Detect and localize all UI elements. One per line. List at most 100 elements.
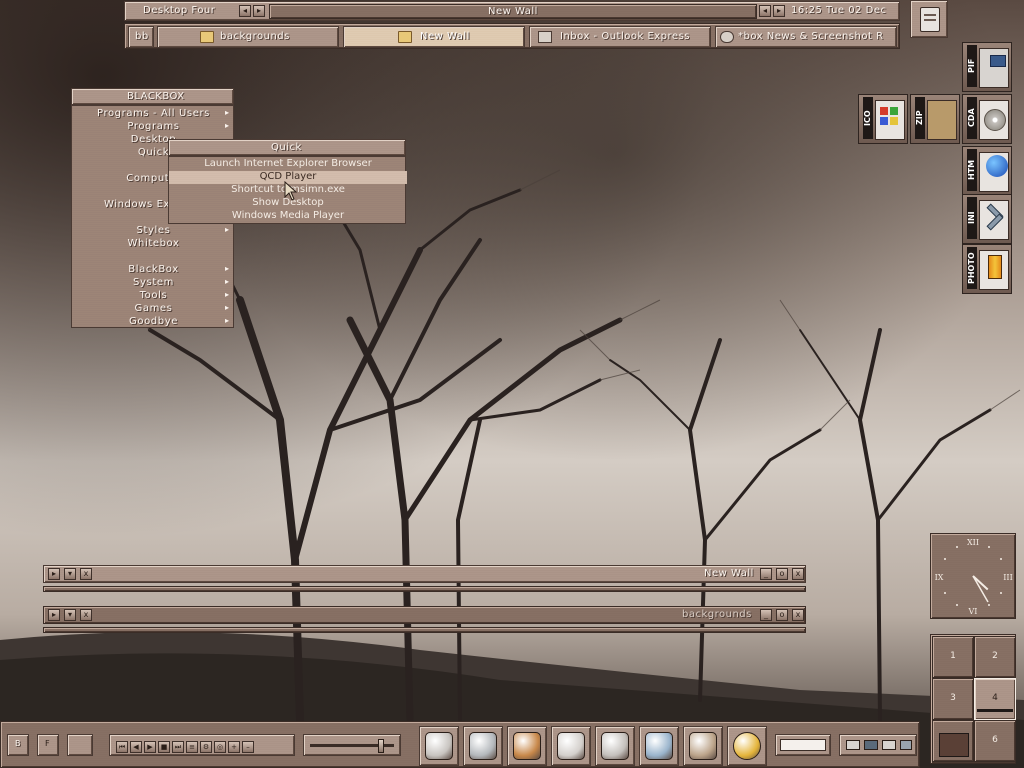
mouse-cursor-icon xyxy=(284,181,298,201)
media-control-button[interactable]: – xyxy=(242,741,254,753)
menu-item-goodbye[interactable]: Goodbye ▸ xyxy=(72,316,235,329)
slit-maximize-button[interactable]: o xyxy=(776,609,788,621)
slit-dropdown-button[interactable]: ▾ xyxy=(64,609,76,621)
launcher-folder[interactable] xyxy=(595,726,635,766)
slit-scrollbar[interactable] xyxy=(43,627,806,633)
menu-item-system[interactable]: System ▸ xyxy=(72,277,235,290)
file-type-tag: PHOTO xyxy=(967,247,977,289)
window-next-button[interactable]: ▸ xyxy=(773,5,785,17)
bottom-f-button[interactable]: F xyxy=(37,734,59,756)
pager-desktop-5[interactable]: 5 xyxy=(932,720,974,762)
task-inbox[interactable]: Inbox - Outlook Express xyxy=(529,26,711,48)
file-type-tag: ZIP xyxy=(915,97,925,139)
dock-ini-icon[interactable]: INI xyxy=(962,194,1012,244)
dock-zip-icon[interactable]: ZIP xyxy=(910,94,960,144)
slit-pin-button[interactable]: x xyxy=(80,609,92,621)
submenu-arrow-icon: ▸ xyxy=(224,316,229,325)
tray-icon[interactable] xyxy=(882,740,896,750)
menu-item-blackbox[interactable]: BlackBox ▸ xyxy=(72,264,235,277)
media-control-button[interactable]: ≡ xyxy=(186,741,198,753)
text-file-icon xyxy=(920,7,940,32)
bottom-blank-button[interactable] xyxy=(67,734,93,756)
menu-item-tools[interactable]: Tools ▸ xyxy=(72,290,235,303)
dock-htm-icon[interactable]: HTM xyxy=(962,146,1012,196)
window-prev-button[interactable]: ◂ xyxy=(759,5,771,17)
launcher-media-reel[interactable] xyxy=(551,726,591,766)
menu-item-whitebox[interactable]: Whitebox xyxy=(72,238,235,251)
task-backgrounds[interactable]: backgrounds xyxy=(157,26,339,48)
dock-pif-icon[interactable]: PIF xyxy=(962,42,1012,92)
slit-pin-button[interactable]: x xyxy=(80,568,92,580)
launcher-drive[interactable] xyxy=(463,726,503,766)
menu-item-label: System xyxy=(133,277,174,288)
submenu-title: Quick xyxy=(271,142,302,153)
folder-icon xyxy=(200,31,214,43)
ini-settings-icon xyxy=(979,200,1009,240)
bottom-b-button[interactable]: B xyxy=(7,734,29,756)
pager-desktop-6[interactable]: 6 xyxy=(974,720,1016,762)
slit-minimize-button[interactable]: _ xyxy=(760,609,772,621)
launcher-documents[interactable] xyxy=(683,726,723,766)
pager-number: 2 xyxy=(992,651,998,661)
menu-item-label: Goodbye xyxy=(129,316,178,327)
window-title-text: New Wall xyxy=(488,6,538,17)
slit-close-button[interactable]: x xyxy=(792,568,804,580)
slit-close-button[interactable]: x xyxy=(792,609,804,621)
launcher-eraser[interactable] xyxy=(639,726,679,766)
slit-maximize-button[interactable]: o xyxy=(776,568,788,580)
file-type-tag: CDA xyxy=(967,97,977,139)
bb-button[interactable]: bb xyxy=(128,26,154,48)
slit-menu-button[interactable]: ▸ xyxy=(48,609,60,621)
media-control-button[interactable]: ◎ xyxy=(214,741,226,753)
media-control-button[interactable]: ⏭ xyxy=(172,741,184,753)
media-control-button[interactable]: ◀ xyxy=(130,741,142,753)
tray-icon[interactable] xyxy=(864,740,878,750)
menu-item-label: Whitebox xyxy=(127,238,180,249)
workspace-name[interactable]: Desktop Four xyxy=(143,5,215,16)
toolbar-clock[interactable]: 16:25 Tue 02 Dec xyxy=(791,5,887,16)
task-box-news[interactable]: *box News & Screenshot R xyxy=(715,26,897,48)
dock-ico-icon[interactable]: ICO xyxy=(858,94,908,144)
menu-item-styles[interactable]: Styles ▸ xyxy=(72,225,235,238)
pager-desktop-3[interactable]: 3 xyxy=(932,678,974,720)
dock-photo-icon[interactable]: PHOTO xyxy=(962,244,1012,294)
media-control-button[interactable]: ■ xyxy=(158,741,170,753)
workspace-prev-button[interactable]: ◂ xyxy=(239,5,251,17)
browser-icon xyxy=(720,31,734,43)
slit-menu-button[interactable]: ▸ xyxy=(48,568,60,580)
media-control-button[interactable]: ⏮ xyxy=(116,741,128,753)
menu-item-games[interactable]: Games ▸ xyxy=(72,303,235,316)
media-control-button[interactable]: ▶ xyxy=(144,741,156,753)
menu-item-programs[interactable]: Programs ▸ xyxy=(72,121,235,134)
trash-corner-button[interactable] xyxy=(910,0,948,38)
task-new-wall[interactable]: New Wall xyxy=(343,26,525,48)
pager-number: 1 xyxy=(950,651,956,661)
tray-icon[interactable] xyxy=(900,740,912,750)
quick-item-label: Launch Internet Explorer Browser xyxy=(204,158,372,169)
pager-desktop-2[interactable]: 2 xyxy=(974,636,1016,678)
menu-item-programs-all-users[interactable]: Programs - All Users ▸ xyxy=(72,108,235,121)
slit-window-backgrounds[interactable]: ▸ ▾ x backgrounds _ o x xyxy=(43,606,806,633)
launcher-power[interactable] xyxy=(727,726,767,766)
cd-audio-icon xyxy=(979,100,1009,140)
slit-scrollbar[interactable] xyxy=(43,586,806,592)
slit-dropdown-button[interactable]: ▾ xyxy=(64,568,76,580)
pager-desktop-4[interactable]: 4 xyxy=(974,678,1016,720)
media-control-button[interactable]: + xyxy=(228,741,240,753)
volume-slider[interactable] xyxy=(303,734,401,756)
pager-desktop-1[interactable]: 1 xyxy=(932,636,974,678)
media-control-button[interactable]: ⚙ xyxy=(200,741,212,753)
slit-minimize-button[interactable]: _ xyxy=(760,568,772,580)
launcher-wrench-tools[interactable] xyxy=(507,726,547,766)
quick-item-windows-media-player[interactable]: Windows Media Player xyxy=(169,210,407,223)
dock-cda-icon[interactable]: CDA xyxy=(962,94,1012,144)
volume-handle[interactable] xyxy=(378,739,384,753)
workspace-next-button[interactable]: ▸ xyxy=(253,5,265,17)
bottom-text-field[interactable] xyxy=(775,734,831,756)
quick-item-launch-internet-explorer-browser[interactable]: Launch Internet Explorer Browser xyxy=(169,158,407,171)
launcher-chain-links[interactable] xyxy=(419,726,459,766)
tray-icon[interactable] xyxy=(846,740,860,750)
wrench-tools-icon xyxy=(513,732,541,760)
slit-window-new-wall[interactable]: ▸ ▾ x New Wall _ o x xyxy=(43,565,806,592)
window-title-label: New Wall xyxy=(269,4,757,19)
